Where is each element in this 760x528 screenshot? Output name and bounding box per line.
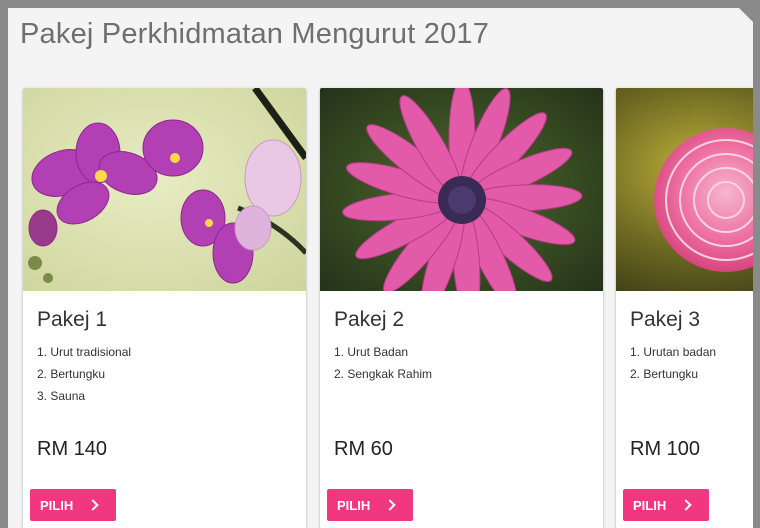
- chevron-right-icon: [680, 499, 692, 511]
- package-price: RM 100: [630, 438, 701, 460]
- package-title: Pakej 2: [334, 308, 405, 331]
- feature-item: 2. Bertungku: [630, 367, 699, 381]
- feature-item: 2. Bertungku: [37, 367, 106, 381]
- pilih-button[interactable]: PILIH: [623, 489, 709, 521]
- feature-list: 1. Urutan badan 2. Bertungku: [630, 344, 716, 388]
- pilih-label: PILIH: [633, 497, 667, 513]
- feature-list: 1. Urut tradisional 2. Bertungku 3. Saun…: [37, 344, 131, 410]
- pilih-button[interactable]: PILIH: [327, 489, 413, 521]
- pilih-button[interactable]: PILIH: [30, 489, 116, 521]
- feature-item: 1. Urutan badan: [630, 345, 717, 359]
- package-card-1: Pakej 1 1. Urut tradisional 2. Bertungku…: [23, 88, 306, 528]
- purple-orchid-flowers-image: [23, 88, 306, 291]
- package-price: RM 60: [334, 438, 393, 460]
- pink-dahlia-flower-image: [616, 88, 753, 291]
- pilih-label: PILIH: [40, 497, 74, 513]
- package-title: Pakej 3: [630, 308, 701, 331]
- pink-daisy-flower-image: [320, 88, 603, 291]
- chevron-right-icon: [384, 499, 396, 511]
- page-frame: Pakej Perkhidmatan Mengurut 2017 Pakej 1…: [8, 8, 753, 528]
- package-card-3: Pakej 3 1. Urutan badan 2. Bertungku RM …: [616, 88, 753, 528]
- page-corner: [739, 8, 753, 22]
- feature-item: 1. Urut Badan: [334, 345, 409, 359]
- package-price: RM 140: [37, 438, 108, 460]
- feature-item: 2. Sengkak Rahim: [334, 367, 433, 381]
- package-title: Pakej 1: [37, 308, 108, 331]
- feature-item: 3. Sauna: [37, 389, 86, 403]
- chevron-right-icon: [87, 499, 99, 511]
- feature-list: 1. Urut Badan 2. Sengkak Rahim: [334, 344, 432, 388]
- package-card-2: Pakej 2 1. Urut Badan 2. Sengkak Rahim R…: [320, 88, 603, 528]
- page-title: Pakej Perkhidmatan Mengurut 2017: [20, 18, 490, 50]
- pilih-label: PILIH: [337, 497, 371, 513]
- feature-item: 1. Urut tradisional: [37, 345, 132, 359]
